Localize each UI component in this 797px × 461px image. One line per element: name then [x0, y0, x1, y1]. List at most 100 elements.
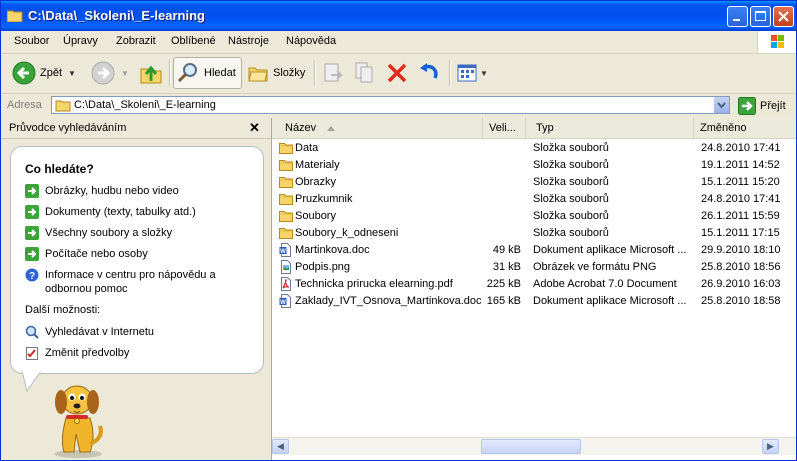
column-type-label: Typ [536, 122, 554, 134]
file-row[interactable]: Materialy Složka souborů 19.1.2011 14:52 [272, 157, 796, 174]
file-list-view: Název Veli... Typ Změněno Data Složka sou… [272, 118, 796, 460]
folder-icon [7, 10, 23, 22]
file-type: Složka souborů [533, 176, 609, 188]
file-row[interactable]: Podpis.png 31 kB Obrázek ve formátu PNG 25.… [272, 259, 796, 276]
horizontal-scrollbar[interactable]: ◀ ▶ [272, 437, 796, 455]
menu-favorites[interactable]: Oblíbené [171, 35, 216, 47]
link-text: Informace v centru pro nápovědu a odborn… [45, 269, 216, 295]
undo-button[interactable] [417, 58, 441, 88]
file-name: Technicka prirucka elearning.pdf [295, 278, 453, 290]
delete-button[interactable] [385, 58, 409, 88]
views-button[interactable]: ▼ [456, 58, 488, 88]
pane-close-icon[interactable]: ✕ [249, 120, 260, 136]
minimize-button[interactable] [727, 6, 748, 27]
file-name: Soubory [295, 210, 336, 222]
move-to-button[interactable] [321, 58, 345, 88]
file-row[interactable]: Data Složka souborů 24.8.2010 17:41 [272, 140, 796, 157]
file-name: Obrazky [295, 176, 336, 188]
standard-toolbar: Zpět ▼ ▼ Hledat Složky ▼ [1, 54, 796, 94]
search-button[interactable]: Hledat [173, 57, 242, 89]
file-row[interactable]: W Martinkova.doc 49 kB Dokument aplikace Mi… [272, 242, 796, 259]
scroll-right-button[interactable]: ▶ [762, 439, 779, 454]
file-modified: 25.8.2010 18:58 [701, 295, 781, 307]
file-row[interactable]: Obrazky Složka souborů 15.1.2011 15:20 [272, 174, 796, 191]
search-dog-icon[interactable] [46, 374, 108, 458]
more-options-label: Další možnosti: [25, 304, 101, 316]
column-size[interactable]: Veli... [483, 118, 526, 138]
up-folder-button[interactable] [139, 58, 163, 88]
forward-button[interactable]: ▼ [91, 58, 129, 88]
column-modified[interactable]: Změněno [694, 118, 796, 138]
folders-icon [248, 67, 268, 82]
forward-dropdown-icon[interactable]: ▼ [121, 69, 129, 78]
file-row[interactable]: Pruzkumnik Složka souborů 24.8.2010 17:41 [272, 191, 796, 208]
views-icon [457, 64, 477, 82]
move-to-icon [324, 63, 343, 82]
file-row[interactable]: Soubory Složka souborů 26.1.2011 15:59 [272, 208, 796, 225]
file-type: Složka souborů [533, 227, 609, 239]
folder-icon [279, 175, 293, 189]
back-button[interactable]: Zpět ▼ [12, 58, 76, 88]
file-name: Data [295, 142, 319, 154]
search-computers-link[interactable]: Počítače nebo osoby [25, 247, 235, 261]
menu-help[interactable]: Nápověda [286, 35, 336, 47]
copy-to-button[interactable] [353, 58, 377, 88]
search-help-center-link[interactable]: ? Informace v centru pro nápovědu a odbo… [25, 268, 235, 296]
back-arrow-icon [12, 61, 36, 85]
pdf-file-icon [279, 277, 293, 291]
folders-button[interactable]: Složky [247, 58, 305, 88]
go-arrow-icon [738, 96, 756, 115]
maximize-icon [755, 11, 766, 21]
column-name-label: Název [285, 122, 317, 134]
search-pictures-link[interactable]: Obrázky, hudbu nebo video [25, 184, 235, 198]
search-all-files-link[interactable]: Všechny soubory a složky [25, 226, 235, 240]
green-arrow-icon [25, 205, 39, 219]
title-bar[interactable]: C:\Data\_Skoleni\_E-learning [1, 1, 796, 31]
windows-logo [757, 31, 796, 53]
preferences-checklist-icon [26, 347, 38, 360]
file-name: Materialy [295, 159, 340, 171]
menu-edit[interactable]: Úpravy [63, 35, 98, 47]
address-input[interactable]: C:\Data\_Skoleni\_E-learning [51, 96, 730, 114]
file-type: Dokument aplikace Microsoft ... [533, 295, 687, 307]
file-row[interactable]: W Zaklady_IVT_Osnova_Martinkova.doc 165 kB… [272, 293, 796, 310]
explorer-window: C:\Data\_Skoleni\_E-learning Soubor Úpra… [0, 0, 797, 461]
svg-text:?: ? [29, 271, 35, 282]
back-label: Zpět [40, 67, 63, 79]
file-modified: 26.9.2010 16:03 [701, 278, 781, 290]
maximize-button[interactable] [750, 6, 771, 27]
close-button[interactable] [773, 6, 794, 27]
file-name: Martinkova.doc [295, 244, 370, 256]
file-modified: 29.9.2010 18:10 [701, 244, 781, 256]
file-row[interactable]: Technicka prirucka elearning.pdf 225 kB Ad… [272, 276, 796, 293]
go-button[interactable]: Přejít [738, 96, 786, 115]
link-text: Vyhledávat v Internetu [45, 326, 155, 338]
search-internet-link[interactable]: Vyhledávat v Internetu [25, 325, 235, 339]
green-arrow-icon [25, 184, 39, 198]
back-dropdown-icon[interactable]: ▼ [68, 69, 76, 78]
scroll-thumb[interactable] [481, 439, 581, 454]
search-companion-pane: Průvodce vyhledáváním ✕ Co hledáte? Obrá… [1, 118, 272, 460]
change-preferences-link[interactable]: Změnit předvolby [25, 346, 235, 360]
toolbar-separator [169, 60, 171, 86]
link-text: Všechny soubory a složky [45, 227, 173, 239]
file-type: Složka souborů [533, 159, 609, 171]
help-icon: ? [25, 268, 39, 282]
menu-file[interactable]: Soubor [14, 35, 49, 47]
address-dropdown-button[interactable] [713, 97, 729, 113]
search-documents-link[interactable]: Dokumenty (texty, tabulky atd.) [25, 205, 235, 219]
link-text: Obrázky, hudbu nebo video [45, 185, 179, 197]
file-row[interactable]: Soubory_k_odneseni Složka souborů 15.1.201… [272, 225, 796, 242]
column-modified-label: Změněno [700, 122, 747, 134]
menu-tools[interactable]: Nástroje [228, 35, 269, 47]
file-type: Adobe Acrobat 7.0 Document [533, 278, 677, 290]
file-type: Složka souborů [533, 193, 609, 205]
column-name[interactable]: Název [272, 118, 483, 138]
windows-flag-icon [771, 35, 784, 48]
scroll-left-button[interactable]: ◀ [272, 439, 289, 454]
file-size: 225 kB [486, 278, 521, 290]
column-type[interactable]: Typ [526, 118, 694, 138]
green-arrow-icon [25, 226, 39, 240]
go-label: Přejít [760, 99, 786, 112]
menu-view[interactable]: Zobrazit [116, 35, 156, 47]
